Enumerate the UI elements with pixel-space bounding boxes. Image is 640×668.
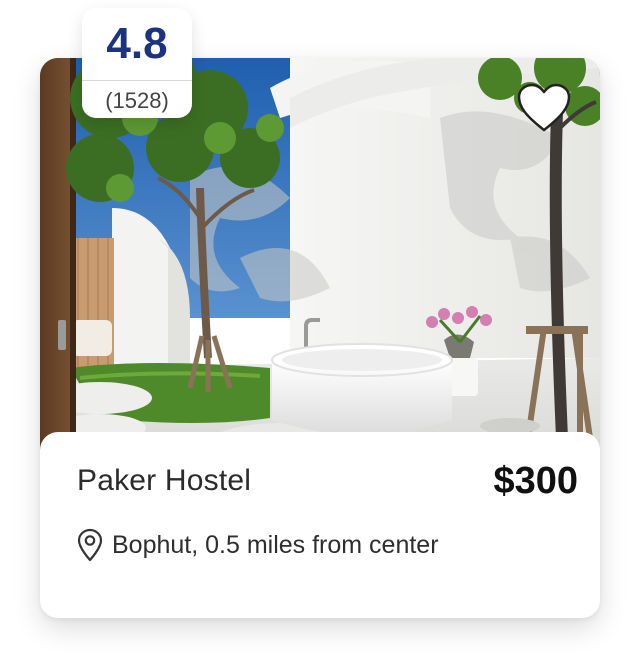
review-count: (1528) xyxy=(105,88,169,113)
rating-score: 4.8 xyxy=(106,19,168,68)
location-text: Bophut, 0.5 miles from center xyxy=(112,530,439,559)
hotel-name[interactable]: Paker Hostel xyxy=(77,464,251,498)
listing-info-panel: Paker Hostel $300 Bophut, 0.5 miles from… xyxy=(40,432,600,618)
favorite-button[interactable] xyxy=(516,82,572,134)
hotel-card[interactable]: Paker Hostel $300 Bophut, 0.5 miles from… xyxy=(40,58,600,618)
heart-icon xyxy=(517,83,571,132)
price-label: $300 xyxy=(493,460,578,502)
listing-stage: Paker Hostel $300 Bophut, 0.5 miles from… xyxy=(0,0,640,668)
map-pin-icon xyxy=(77,528,103,562)
location-row: Bophut, 0.5 miles from center xyxy=(76,528,439,562)
rating-divider xyxy=(82,80,192,81)
rating-badge: 4.8 (1528) xyxy=(82,8,192,118)
